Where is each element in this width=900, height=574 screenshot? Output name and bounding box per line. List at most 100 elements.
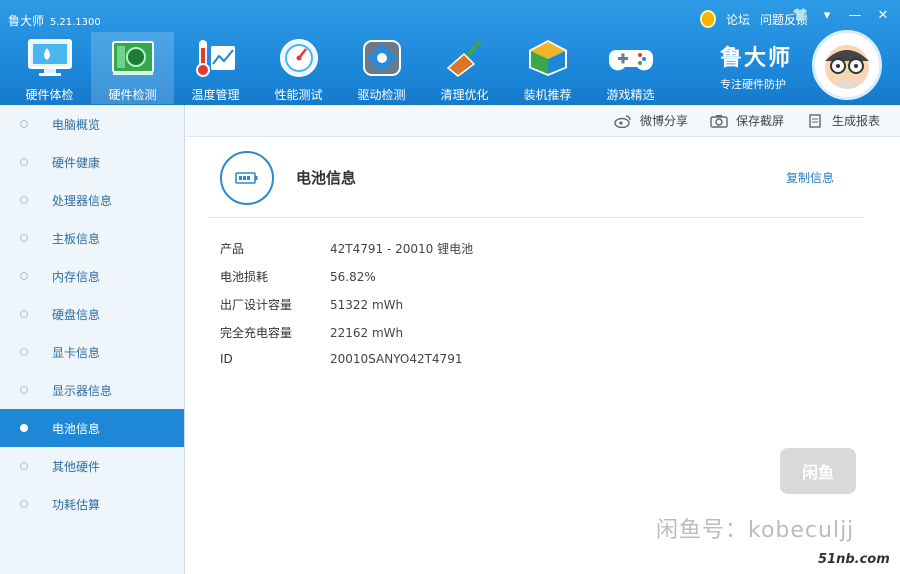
info-value: 51322 mWh — [330, 298, 404, 312]
sidebar-item-label: 显卡信息 — [52, 345, 101, 360]
nav-label: 驱动检测 — [357, 88, 406, 102]
bullet-icon — [20, 462, 28, 470]
page-title: 电池信息 — [296, 169, 357, 187]
bullet-icon — [20, 424, 28, 432]
brand-name: 鲁大师 — [720, 46, 793, 71]
brand-slogan: 专注硬件防护 — [720, 78, 786, 91]
app-name: 鲁大师 — [8, 14, 45, 28]
app-version: 5.21.1300 — [49, 17, 101, 28]
bullet-icon — [20, 196, 28, 204]
sidebar-item-label: 其他硬件 — [52, 459, 101, 474]
gear-icon — [358, 36, 406, 80]
sidebar-item-label: 显示器信息 — [52, 383, 113, 398]
nav-games[interactable]: 游戏精选 — [589, 32, 672, 104]
copy-info-link[interactable]: 复制信息 — [786, 169, 834, 186]
nav-performance[interactable]: 性能测试 — [257, 32, 340, 104]
info-row-id: ID 20010SANYO42T4791 — [220, 352, 462, 366]
watermark-badge: 闲鱼 — [780, 448, 856, 494]
title-bar: 鲁大师 5.21.1300 论坛 问题反馈 👕 ▾ — ✕ 硬件体检 硬件检测 — [0, 0, 900, 105]
monitor-icon — [26, 36, 74, 80]
bullet-icon — [20, 120, 28, 128]
avatar[interactable] — [812, 30, 882, 100]
brand: 鲁大师 专注硬件防护 — [720, 40, 792, 92]
nav-label: 性能测试 — [274, 88, 323, 102]
info-value: 20010SANYO42T4791 — [330, 352, 463, 366]
battery-panel: 电池信息 复制信息 产品 42T4791 - 20010 锂电池 电池损耗 56.8… — [186, 137, 900, 574]
camera-icon — [710, 114, 728, 128]
sidebar-item-gpu[interactable]: 显卡信息 — [0, 333, 184, 371]
nav-temperature[interactable]: 温度管理 — [174, 32, 257, 104]
info-key: 完全充电容量 — [220, 326, 293, 340]
bullet-icon — [20, 348, 28, 356]
minimize-icon[interactable]: — — [848, 8, 862, 23]
menu-icon[interactable]: ▾ — [820, 8, 834, 23]
info-row-product: 产品 42T4791 - 20010 锂电池 — [220, 240, 473, 257]
sidebar-item-disk[interactable]: 硬盘信息 — [0, 295, 184, 333]
info-key: 产品 — [220, 242, 245, 256]
sidebar-item-power[interactable]: 功耗估算 — [0, 485, 184, 523]
window-controls: 👕 ▾ — ✕ — [792, 8, 890, 23]
sidebar-item-label: 硬件健康 — [52, 155, 101, 170]
sidebar-item-motherboard[interactable]: 主板信息 — [0, 219, 184, 257]
sidebar-item-overview[interactable]: 电脑概览 — [0, 105, 184, 143]
generate-report-button[interactable]: 生成报表 — [806, 112, 880, 129]
gamepad-icon — [607, 36, 655, 80]
nav-build-recommend[interactable]: 装机推荐 — [506, 32, 589, 104]
speedometer-icon — [275, 36, 323, 80]
save-screenshot-button[interactable]: 保存截屏 — [710, 112, 784, 129]
bullet-icon — [20, 500, 28, 508]
thermometer-icon — [192, 36, 240, 80]
divider — [208, 217, 864, 218]
save-screenshot-label: 保存截屏 — [735, 114, 784, 128]
info-value: 56.82% — [330, 270, 376, 284]
info-row-full-capacity: 完全充电容量 22162 mWh — [220, 324, 403, 341]
nav-label: 硬件体检 — [25, 88, 74, 102]
sidebar-item-label: 内存信息 — [52, 269, 101, 284]
bullet-icon — [20, 310, 28, 318]
sidebar-item-label: 电脑概览 — [52, 117, 101, 132]
nav-label: 装机推荐 — [523, 88, 572, 102]
weibo-icon — [614, 114, 632, 128]
forum-link[interactable]: 论坛 — [726, 11, 750, 28]
sidebar-item-cpu[interactable]: 处理器信息 — [0, 181, 184, 219]
sidebar-item-health[interactable]: 硬件健康 — [0, 143, 184, 181]
nav-label: 游戏精选 — [606, 88, 655, 102]
bullet-icon — [20, 272, 28, 280]
nav-clean[interactable]: 清理优化 — [423, 32, 506, 104]
nav-driver[interactable]: 驱动检测 — [340, 32, 423, 104]
info-row-design-capacity: 出厂设计容量 51322 mWh — [220, 296, 403, 313]
sidebar-item-label: 功耗估算 — [52, 497, 101, 512]
bullet-icon — [20, 386, 28, 394]
nav-label: 温度管理 — [191, 88, 240, 102]
info-key: 电池损耗 — [220, 270, 269, 284]
sidebar-item-battery[interactable]: 电池信息 — [0, 409, 184, 447]
info-key: ID — [220, 352, 233, 366]
weibo-share-label: 微博分享 — [639, 114, 688, 128]
sidebar-item-other[interactable]: 其他硬件 — [0, 447, 184, 485]
info-key: 出厂设计容量 — [220, 298, 293, 312]
skin-icon[interactable]: 👕 — [792, 8, 808, 23]
bullet-icon — [20, 158, 28, 166]
nav-hardware-detect[interactable]: 硬件检测 — [91, 32, 174, 104]
watermark-text: 闲鱼号：kobeculjj — [656, 518, 855, 543]
medal-icon[interactable] — [699, 10, 716, 28]
main-nav: 硬件体检 硬件检测 温度管理 性能测试 驱动检测 清理优化 装机推荐 游戏精选 — [8, 32, 672, 104]
app-title: 鲁大师 5.21.1300 — [8, 12, 101, 29]
info-value: 42T4791 - 20010 锂电池 — [330, 242, 474, 256]
cube-icon — [524, 36, 572, 80]
broom-icon — [441, 36, 489, 80]
weibo-share-button[interactable]: 微博分享 — [614, 112, 688, 129]
sidebar-item-memory[interactable]: 内存信息 — [0, 257, 184, 295]
close-icon[interactable]: ✕ — [876, 8, 890, 23]
info-value: 22162 mWh — [330, 326, 404, 340]
info-row-wear: 电池损耗 56.82% — [220, 268, 376, 285]
sidebar-item-label: 主板信息 — [52, 231, 101, 246]
sidebar-item-label: 电池信息 — [52, 421, 101, 436]
sidebar: 电脑概览 硬件健康 处理器信息 主板信息 内存信息 硬盘信息 显卡信息 显示器信… — [0, 105, 185, 574]
sidebar-item-label: 硬盘信息 — [52, 307, 101, 322]
bullet-icon — [20, 234, 28, 242]
toolbar: 微博分享 保存截屏 生成报表 — [186, 105, 900, 137]
nav-hardware-checkup[interactable]: 硬件体检 — [8, 32, 91, 104]
sidebar-item-display[interactable]: 显示器信息 — [0, 371, 184, 409]
sidebar-item-label: 处理器信息 — [52, 193, 113, 208]
